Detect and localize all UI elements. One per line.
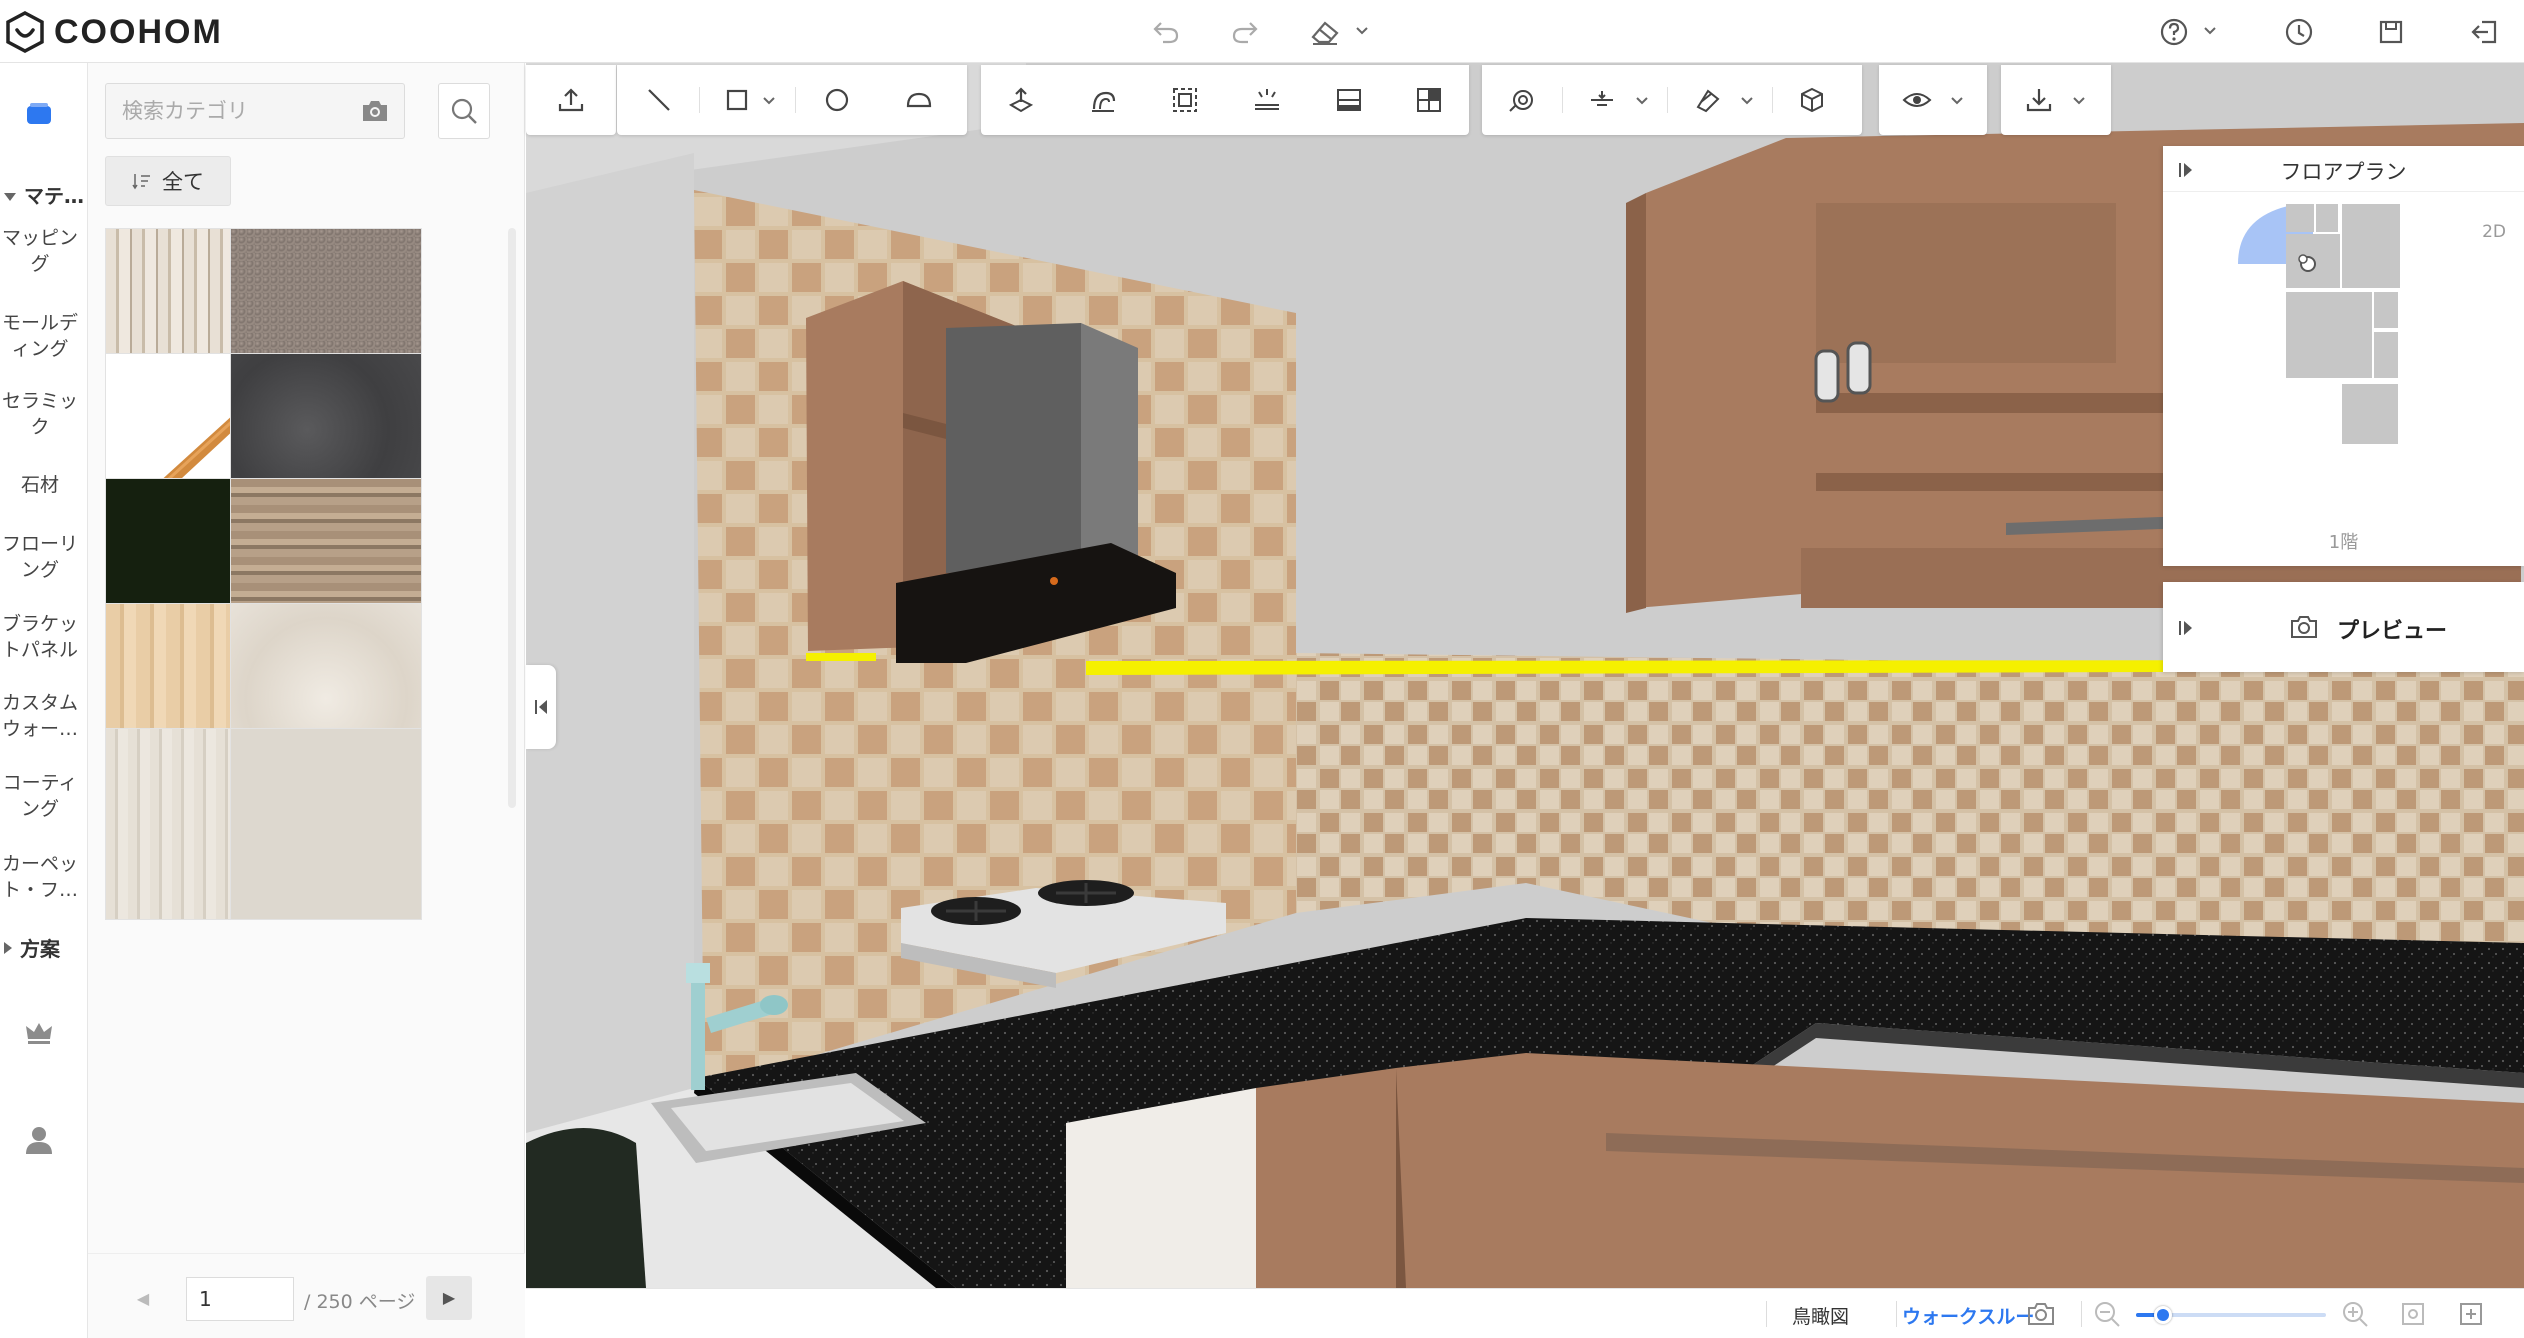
crown-icon[interactable] bbox=[22, 1015, 56, 1049]
brand-name: COOHOM bbox=[54, 12, 223, 51]
page-number-input[interactable] bbox=[186, 1277, 294, 1321]
toolbar-group-model bbox=[981, 65, 1469, 135]
panel-scrollbar[interactable] bbox=[508, 228, 516, 808]
material-panel: 全て ◀ / 250 ページ ▶ bbox=[88, 63, 525, 1338]
rail-category-carpet[interactable]: カーペット・フ… bbox=[0, 851, 80, 903]
select-area-icon[interactable] bbox=[1165, 80, 1205, 120]
bottom-bar: 鳥瞰図 ウォークスルー bbox=[526, 1288, 2524, 1338]
exit-icon[interactable] bbox=[2465, 12, 2505, 52]
zoom-slider[interactable] bbox=[2136, 1306, 2326, 1324]
chevron-down-icon[interactable] bbox=[2069, 90, 2089, 110]
rail-section-plans[interactable]: 方案 bbox=[0, 933, 88, 962]
toolbar-group-view bbox=[1879, 65, 1987, 135]
arc-icon[interactable] bbox=[899, 80, 939, 120]
material-box-icon[interactable] bbox=[1792, 80, 1832, 120]
toolbar-group-export bbox=[2001, 65, 2111, 135]
collapse-panel-button[interactable] bbox=[526, 665, 556, 749]
toolbar-group-draw bbox=[617, 65, 967, 135]
chevron-down-icon[interactable] bbox=[1632, 90, 1652, 110]
collapse-left-icon bbox=[535, 700, 547, 714]
chevron-down-icon[interactable] bbox=[1737, 90, 1757, 110]
save-icon[interactable] bbox=[2371, 12, 2411, 52]
caret-right-icon bbox=[4, 942, 12, 954]
fit-view-icon[interactable] bbox=[2398, 1299, 2428, 1329]
extrude-icon[interactable] bbox=[1001, 80, 1041, 120]
undo-icon[interactable] bbox=[1146, 12, 1186, 52]
tab-walkthrough[interactable]: ウォークスルー bbox=[1902, 1302, 2034, 1329]
rail-category-flooring[interactable]: フローリング bbox=[0, 531, 80, 583]
cabinet-icon[interactable] bbox=[1329, 80, 1369, 120]
floorplan-header: フロアプラン bbox=[2163, 146, 2524, 192]
download-icon[interactable] bbox=[2019, 80, 2059, 120]
sort-icon bbox=[132, 174, 150, 190]
upload-icon[interactable] bbox=[551, 80, 591, 120]
camera-settings-icon[interactable] bbox=[2026, 1299, 2056, 1329]
search-box bbox=[105, 83, 405, 139]
user-icon[interactable] bbox=[22, 1123, 56, 1157]
page-total-label: / 250 ページ bbox=[304, 1291, 416, 1313]
rail-category-ceramic[interactable]: セラミック bbox=[0, 388, 80, 440]
rail-category-stone[interactable]: 石材 bbox=[0, 472, 80, 498]
sweep-icon[interactable] bbox=[1083, 80, 1123, 120]
toolbar-group-tools bbox=[1482, 65, 1862, 135]
floorplan-panel: フロアプラン 2D 1階 bbox=[2163, 146, 2524, 566]
next-page-button[interactable]: ▶ bbox=[426, 1276, 472, 1320]
redo-icon[interactable] bbox=[1225, 12, 1265, 52]
align-icon[interactable] bbox=[1582, 80, 1622, 120]
fullscreen-icon[interactable] bbox=[2456, 1299, 2486, 1329]
camera-icon bbox=[2291, 616, 2317, 638]
tab-birdseye[interactable]: 鳥瞰図 bbox=[1792, 1302, 1849, 1329]
rail-category-coating[interactable]: コーティング bbox=[0, 770, 80, 822]
top-bar: COOHOM bbox=[0, 0, 2524, 63]
eraser-icon[interactable] bbox=[1305, 12, 1345, 52]
search-button[interactable] bbox=[438, 83, 490, 139]
materials-library-icon[interactable] bbox=[22, 98, 56, 132]
brand-logo[interactable]: COOHOM bbox=[4, 10, 223, 54]
history-icon[interactable] bbox=[2279, 12, 2319, 52]
prev-page-button[interactable]: ◀ bbox=[128, 1284, 158, 1314]
camera-search-icon[interactable] bbox=[360, 97, 390, 125]
rail-category-mapping[interactable]: マッピング bbox=[0, 225, 80, 277]
preview-label: プレビュー bbox=[2337, 619, 2448, 644]
material-grid bbox=[105, 228, 505, 1233]
rail-category-custom-wall[interactable]: カスタムウォー… bbox=[0, 690, 80, 742]
rail-category-bracket-panel[interactable]: ブラケットパネル bbox=[0, 611, 80, 663]
zoom-in-icon[interactable] bbox=[2340, 1299, 2370, 1329]
floorplan-map[interactable] bbox=[2238, 204, 2428, 454]
view-eye-icon[interactable] bbox=[1897, 80, 1937, 120]
chevron-down-icon[interactable] bbox=[759, 90, 779, 110]
chevron-down-icon[interactable] bbox=[1947, 90, 1967, 110]
search-icon bbox=[451, 98, 477, 124]
line-icon[interactable] bbox=[639, 80, 679, 120]
all-filter-button[interactable]: 全て bbox=[105, 156, 231, 206]
chevron-down-icon[interactable] bbox=[2200, 20, 2220, 40]
floor-label[interactable]: 1階 bbox=[2163, 528, 2524, 554]
logo-icon bbox=[6, 11, 44, 53]
camera-orbit-icon[interactable] bbox=[1502, 80, 1542, 120]
zoom-slider-knob[interactable] bbox=[2153, 1306, 2172, 1324]
layout-icon[interactable] bbox=[1409, 80, 1449, 120]
rectangle-icon[interactable] bbox=[717, 80, 757, 120]
zoom-out-icon[interactable] bbox=[2092, 1299, 2122, 1329]
rail-category-molding[interactable]: モールディング bbox=[0, 310, 80, 362]
toolbar-group-import bbox=[526, 65, 616, 135]
floorplan-mode-toggle[interactable]: 2D bbox=[2482, 222, 2506, 242]
expand-panel-icon[interactable] bbox=[2177, 618, 2197, 638]
rail-section-materials[interactable]: マテ… bbox=[0, 180, 88, 209]
search-input[interactable] bbox=[106, 84, 346, 138]
pagination: ◀ / 250 ページ ▶ bbox=[88, 1253, 525, 1338]
preview-panel[interactable]: プレビュー bbox=[2163, 582, 2524, 672]
caret-down-icon bbox=[4, 193, 16, 201]
left-rail: マテ… マッピング モールディング セラミック 石材 フローリング ブラケットパ… bbox=[0, 63, 88, 1338]
help-icon[interactable] bbox=[2154, 12, 2194, 52]
ceiling-light-icon[interactable] bbox=[1247, 80, 1287, 120]
paint-icon[interactable] bbox=[1687, 80, 1727, 120]
material-tile-beige-plain[interactable] bbox=[230, 728, 422, 920]
circle-icon[interactable] bbox=[817, 80, 857, 120]
chevron-down-icon[interactable] bbox=[1352, 20, 1372, 40]
floorplan-title: フロアプラン bbox=[2280, 160, 2407, 184]
